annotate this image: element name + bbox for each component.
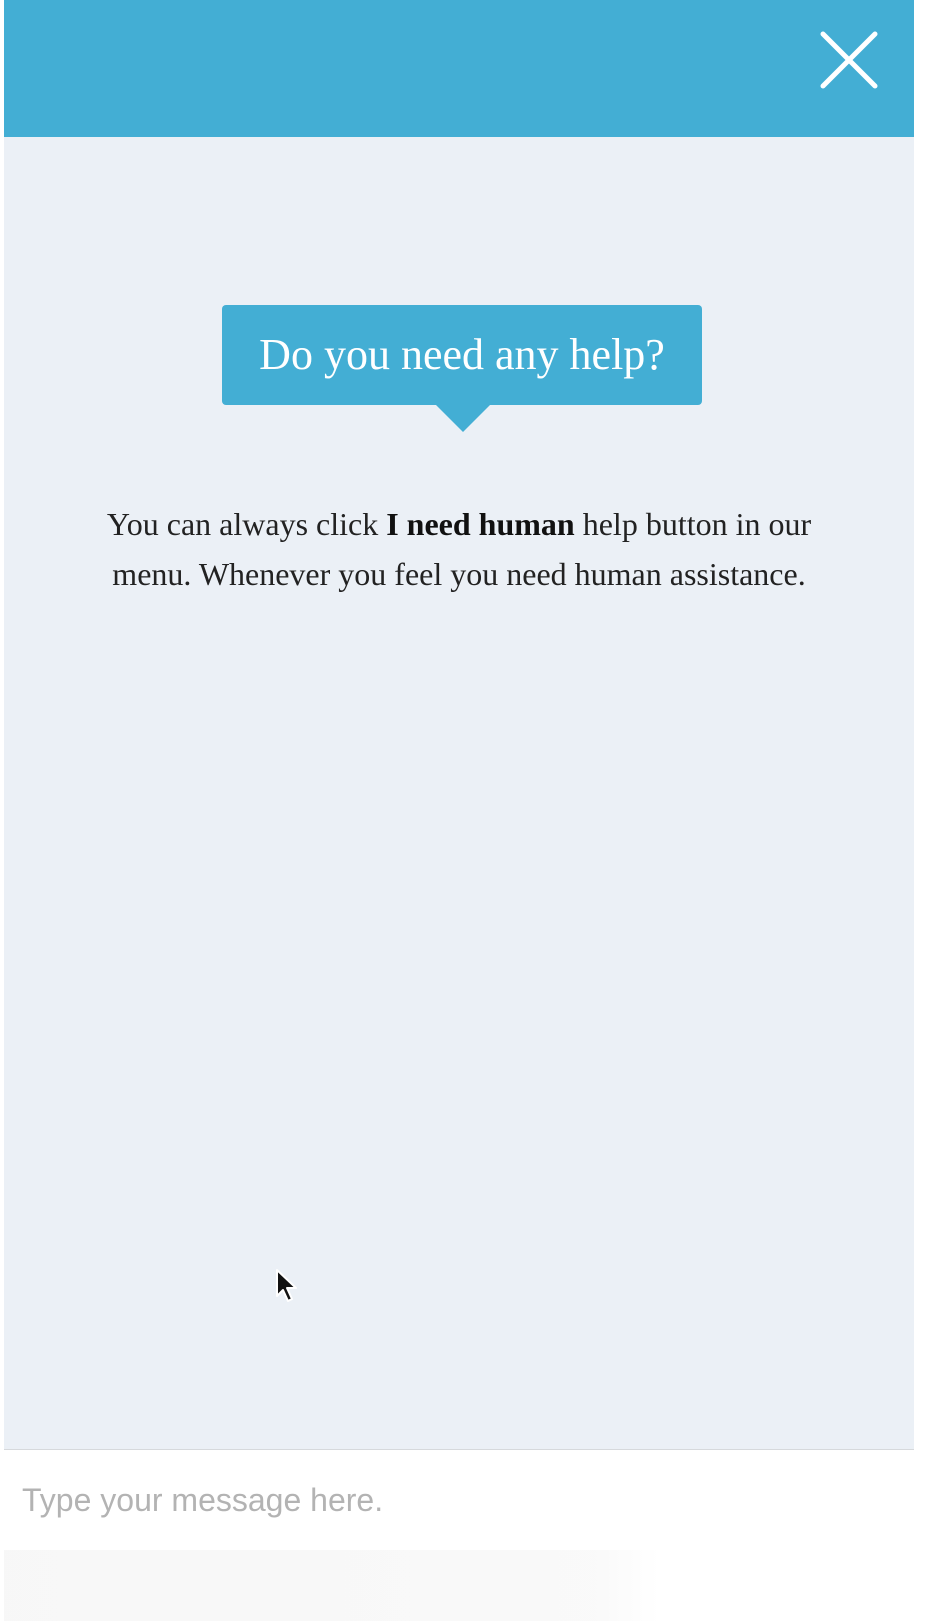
info-text-prefix: You can always click bbox=[106, 506, 387, 542]
chat-header bbox=[4, 0, 914, 137]
message-area: Do you need any help? You can always cli… bbox=[4, 137, 914, 1449]
mouse-pointer-icon bbox=[274, 1268, 304, 1313]
close-button[interactable] bbox=[817, 28, 881, 92]
message-composer bbox=[4, 1449, 914, 1621]
chat-widget: Do you need any help? You can always cli… bbox=[4, 0, 914, 1621]
help-prompt-bubble: Do you need any help? bbox=[222, 305, 702, 405]
close-icon bbox=[820, 31, 878, 89]
help-info-text: You can always click I need human help b… bbox=[84, 499, 834, 599]
info-text-bold: I need human bbox=[386, 506, 575, 542]
bubble-tail bbox=[435, 404, 491, 432]
composer-footer bbox=[4, 1550, 914, 1621]
message-input[interactable] bbox=[4, 1450, 914, 1550]
